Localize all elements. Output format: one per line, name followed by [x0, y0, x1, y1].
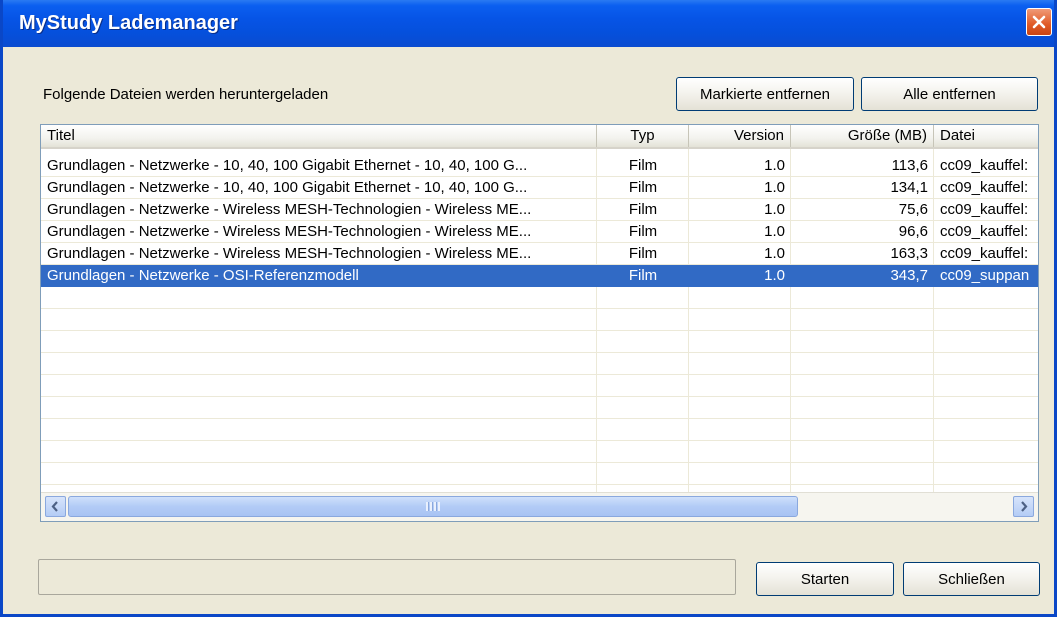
- progress-status-field: [38, 559, 736, 595]
- cell-size: 343,7: [890, 267, 928, 284]
- cell-type: Film: [628, 267, 658, 284]
- grid-line: [41, 352, 1038, 353]
- column-header-version[interactable]: Version: [689, 125, 791, 147]
- table-row[interactable]: Grundlagen - Netzwerke - Wireless MESH-T…: [41, 221, 1038, 243]
- cell-size: 163,3: [890, 245, 928, 262]
- grid-line: [41, 440, 1038, 441]
- cell-title: Grundlagen - Netzwerke - Wireless MESH-T…: [47, 245, 532, 262]
- table-row[interactable]: Grundlagen - Netzwerke - 10, 40, 100 Gig…: [41, 177, 1038, 199]
- grid-line: [41, 396, 1038, 397]
- grid-line: [41, 462, 1038, 463]
- cell-version: 1.0: [764, 179, 785, 196]
- window-title: MyStudy Lademanager: [19, 12, 238, 34]
- column-header-title[interactable]: Titel: [41, 125, 597, 147]
- table-row[interactable]: Grundlagen - Netzwerke - Wireless MESH-T…: [41, 243, 1038, 265]
- table-row[interactable]: Grundlagen - Netzwerke - OSI-Referenzmod…: [41, 265, 1038, 287]
- scroll-grip-icon: [426, 502, 440, 511]
- arrow-left-icon: [51, 501, 58, 512]
- cell-file: cc09_kauffel:: [940, 223, 1029, 240]
- cell-file: cc09_kauffel:: [940, 179, 1029, 196]
- cell-title: Grundlagen - Netzwerke - OSI-Referenzmod…: [47, 267, 359, 284]
- cell-title: Grundlagen - Netzwerke - 10, 40, 100 Gig…: [47, 179, 528, 196]
- arrow-right-icon: [1021, 501, 1028, 512]
- close-window-button[interactable]: [1026, 8, 1052, 36]
- cell-size: 134,1: [890, 179, 928, 196]
- start-button[interactable]: Starten: [756, 562, 894, 596]
- cell-type: Film: [628, 223, 658, 240]
- cell-version: 1.0: [764, 267, 785, 284]
- lademanager-window: MyStudy Lademanager Folgende Dateien wer…: [0, 0, 1057, 617]
- cell-version: 1.0: [764, 201, 785, 218]
- grid-line: [41, 308, 1038, 309]
- scroll-left-button[interactable]: [45, 496, 66, 517]
- cell-file: cc09_kauffel:: [940, 157, 1029, 174]
- cell-file: cc09_kauffel:: [940, 201, 1029, 218]
- cell-type: Film: [628, 157, 658, 174]
- column-header-size[interactable]: Größe (MB): [791, 125, 934, 147]
- cell-version: 1.0: [764, 245, 785, 262]
- cell-file: cc09_suppan: [940, 267, 1030, 284]
- close-button[interactable]: Schließen: [903, 562, 1040, 596]
- download-list[interactable]: Titel Typ Version Größe (MB) Datei Grund…: [40, 124, 1039, 522]
- grid-line: [41, 330, 1038, 331]
- remove-marked-button[interactable]: Markierte entfernen: [676, 77, 854, 111]
- column-header-file[interactable]: Datei: [934, 125, 1038, 147]
- title-bar[interactable]: MyStudy Lademanager: [3, 0, 1054, 47]
- remove-all-button[interactable]: Alle entfernen: [861, 77, 1038, 111]
- cell-size: 113,6: [891, 157, 928, 174]
- cell-title: Grundlagen - Netzwerke - 10, 40, 100 Gig…: [47, 157, 528, 174]
- close-x-icon: [1032, 15, 1046, 29]
- cell-file: cc09_kauffel:: [940, 245, 1029, 262]
- cell-title: Grundlagen - Netzwerke - Wireless MESH-T…: [47, 223, 532, 240]
- table-row[interactable]: Grundlagen - Netzwerke - 10, 40, 100 Gig…: [41, 155, 1038, 177]
- horizontal-scrollbar[interactable]: [41, 492, 1038, 521]
- scroll-right-button[interactable]: [1013, 496, 1034, 517]
- cell-title: Grundlagen - Netzwerke - Wireless MESH-T…: [47, 201, 532, 218]
- list-header: Titel Typ Version Größe (MB) Datei: [41, 125, 1038, 149]
- grid-line: [41, 484, 1038, 485]
- table-row[interactable]: Grundlagen - Netzwerke - Wireless MESH-T…: [41, 199, 1038, 221]
- cell-type: Film: [628, 179, 658, 196]
- cell-type: Film: [628, 245, 658, 262]
- list-rows: Grundlagen - Netzwerke - 10, 40, 100 Gig…: [41, 155, 1038, 287]
- cell-size: 75,6: [898, 201, 928, 218]
- column-header-type[interactable]: Typ: [597, 125, 689, 147]
- cell-size: 96,6: [898, 223, 928, 240]
- cell-type: Film: [628, 201, 658, 218]
- grid-line: [41, 418, 1038, 419]
- grid-line: [41, 374, 1038, 375]
- cell-version: 1.0: [764, 223, 785, 240]
- scroll-thumb[interactable]: [68, 496, 798, 517]
- cell-version: 1.0: [764, 157, 785, 174]
- download-list-heading: Folgende Dateien werden heruntergeladen: [43, 86, 329, 103]
